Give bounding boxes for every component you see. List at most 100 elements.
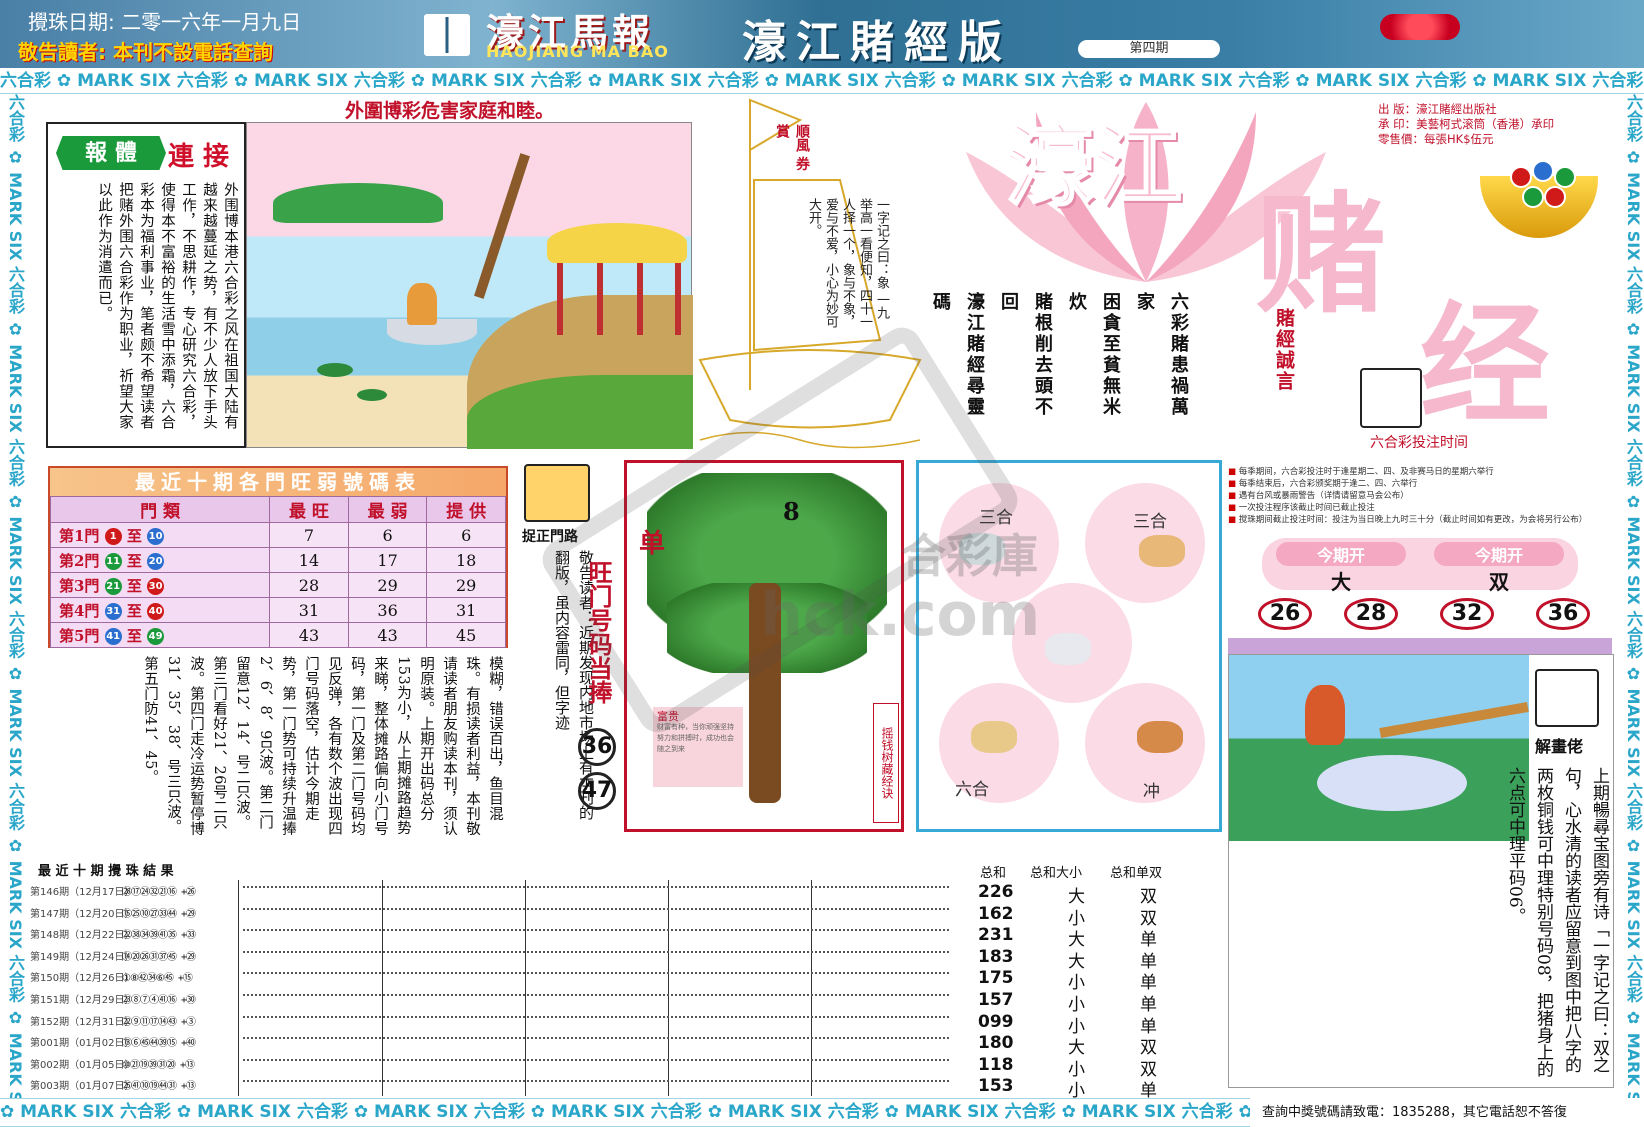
sum-value: 180 — [978, 1033, 1014, 1054]
island-shape — [273, 183, 443, 223]
draw-period: 第149期（12月24日） — [30, 951, 135, 963]
edition-title: 濠江賭經版 — [742, 17, 1012, 68]
decoder-label: 解畫佬 — [1535, 737, 1584, 756]
odd-even-value: 双 — [1489, 570, 1509, 594]
draw-numbers: ㉓⑧⑦④㊶⑯ +㉚ — [122, 995, 196, 1006]
draw-period: 第001期（01月02日） — [30, 1038, 135, 1050]
draw-numbers: ⑭⑳㉖㉛㊲㊺ +㉙ — [122, 951, 196, 963]
trend-row — [243, 1080, 949, 1083]
marksix-strip-bottom: ✿ MARK SIX 六合彩 ✿ MARK SIX 六合彩 ✿ MARK SIX… — [0, 1098, 1250, 1127]
sum-value: 157 — [978, 990, 1014, 1010]
pig-figure — [1317, 755, 1467, 811]
fishing-illustration — [246, 122, 693, 449]
sum-value: 153 — [978, 1076, 1014, 1097]
odd-even-pick: 今期开 双 — [1424, 542, 1574, 594]
draw-period: 第151期（12月29日） — [30, 995, 135, 1006]
bet-note: 一次投注程序该截止时间已截止投注 — [1228, 502, 1616, 514]
printer-line: 承 印：美藝柯式滚筒（香港）承印 — [1378, 117, 1555, 131]
rooster-icon — [1137, 721, 1183, 753]
gate-row: 第5門 41 至 49 43 43 45 — [49, 622, 506, 648]
sum-value: 175 — [978, 968, 1014, 989]
sum-col: 总和 — [980, 866, 1007, 881]
sail-flag-text: 順風 券賞 — [774, 124, 810, 171]
offer-cell: 6 — [426, 522, 506, 548]
pavilion-pole — [675, 263, 681, 335]
picture-decoder-box: 解畫佬 上期暢尋宝图旁有诗「一字记之曰：双之句，心水清的读者应留意到图中把八字的… — [1228, 654, 1614, 1088]
draw-period: 第152期（12月31日） — [30, 1016, 135, 1028]
big-small-value: 大 — [1331, 570, 1351, 594]
hot-number: 36 — [578, 728, 616, 766]
motto-label: 賭經誠言 — [1273, 308, 1295, 392]
pavilion-pole — [597, 263, 603, 335]
draw-results-title: 最 近 十 期 攪 珠 結 果 — [38, 864, 174, 879]
draw-numbers: ⑬⑥㊺㊹㊴⑮ +㊵ — [122, 1038, 196, 1050]
sum-odd-col: 总和单双 — [1110, 866, 1163, 881]
offer-cell: 29 — [426, 572, 506, 598]
draw-period: 第146期（12月17日） — [30, 887, 135, 898]
sum-row: 153 小 单 — [972, 1076, 1200, 1102]
sum-table: 总和 总和大小 总和单双 226 大双 162 小双 231 大单 183 大单 175 小单 15… — [972, 862, 1200, 1102]
fence-rail — [1379, 702, 1529, 738]
slogan-column: 六彩賭患禍萬家 困貪至貧無米炊 賭根削去頭不回 濠江賭經尋靈碼 — [930, 292, 1195, 432]
grid-line — [668, 880, 669, 1096]
lily-pad — [357, 389, 387, 401]
dog-icon — [971, 721, 1017, 753]
lily-pad — [317, 363, 353, 377]
analysis-text: 模糊，错误百出，鱼目混珠。有损读者利益，本刊敬请读者朋友购读本刊，须认明原装。上… — [142, 656, 503, 836]
pavilion-pole — [557, 263, 563, 335]
this-period-label: 今期开 — [1276, 542, 1406, 566]
hot-cell: 28 — [269, 572, 349, 598]
story-tag-red: 連 接 — [168, 142, 230, 172]
big-small-pick: 今期开 大 — [1266, 542, 1416, 594]
offer-cell: 31 — [426, 597, 506, 623]
trend-row — [243, 950, 949, 953]
hot-cell: 43 — [269, 622, 349, 648]
logo-jing: 经 — [1420, 288, 1551, 441]
pig-icon — [1139, 535, 1185, 567]
bet-note: 搅珠期间截止投注时间：投注为当日晚上九时三十分（截止时间如有更改，为会将另行公布… — [1228, 514, 1616, 526]
draw-numbers: ㉕㊶⑩⑲㊹㉛ +⑬ — [122, 1081, 196, 1093]
sum-odd: 单 — [1140, 1081, 1157, 1102]
gate-cell: 第2門 11 至 20 — [49, 547, 271, 573]
cold-cell: 6 — [347, 522, 428, 548]
pavilion-pole — [637, 263, 643, 335]
hot-cell: 14 — [269, 547, 349, 573]
grid-line — [382, 880, 383, 1096]
divider-bar — [1228, 638, 1612, 654]
gate-table-grid: 門 類 最 旺 最 弱 提 供 第1門 1 至 10 7 6 6 第2門 11 至 20… — [49, 496, 506, 648]
cold-cell: 43 — [347, 622, 428, 648]
this-period-label: 今期开 — [1434, 542, 1564, 566]
gate-to-ball: 20 — [147, 553, 165, 570]
sum-row: 226 大双 — [972, 882, 1200, 907]
pick-number: 28 — [1344, 598, 1398, 630]
gate-to-ball: 49 — [147, 628, 165, 645]
col-hot: 最 旺 — [269, 496, 349, 523]
draw-numbers: ㉒㊳㉞㊴㊶㉟ +㉝ — [122, 930, 196, 942]
gate-row: 第3門 21 至 30 28 29 29 — [49, 572, 506, 598]
pick-number: 36 — [1536, 598, 1590, 630]
draw-numbers: ㉒⑨⑪⑰⑭㊸ +③ — [122, 1016, 196, 1028]
trend-row — [243, 1015, 949, 1018]
draw-period: 第002期（01月05日） — [30, 1059, 135, 1071]
sum-value: 162 — [978, 903, 1014, 924]
sum-value: 099 — [978, 1011, 1014, 1032]
tree-branch — [474, 153, 530, 299]
gate-row: 第1門 1 至 10 7 6 6 — [49, 522, 506, 548]
story-box: 報 體 連 接 外围博本港六合彩之风在祖国大陆有越来越蔓延之势，有不少人放下手头… — [46, 122, 246, 448]
gate-to-ball: 40 — [147, 603, 165, 620]
draw-numbers: ⑩㉑⑲㊴㉛⑳ +⑬ — [122, 1059, 195, 1071]
gate-name: 第2門 — [59, 551, 100, 570]
price-line: 零售價：每張HK$伍元 — [1378, 132, 1494, 146]
col-gate: 門 類 — [49, 496, 271, 523]
hand-icon — [1535, 669, 1599, 727]
col-cold: 最 弱 — [347, 496, 428, 523]
gate-from-ball: 1 — [104, 528, 122, 545]
bet-time-label: 六合彩投注时间 — [1370, 435, 1468, 451]
trend-row — [243, 994, 949, 996]
trend-row — [243, 907, 949, 910]
rooster-pig-illustration — [1229, 655, 1529, 841]
sum-size: 小 — [1068, 1081, 1085, 1102]
logo-haojiang: 濠江 — [1005, 113, 1183, 219]
bet-note: 每季结束后，六合彩颁奖期于逢二、四、六举行 — [1228, 478, 1616, 490]
trend-row — [243, 929, 949, 932]
